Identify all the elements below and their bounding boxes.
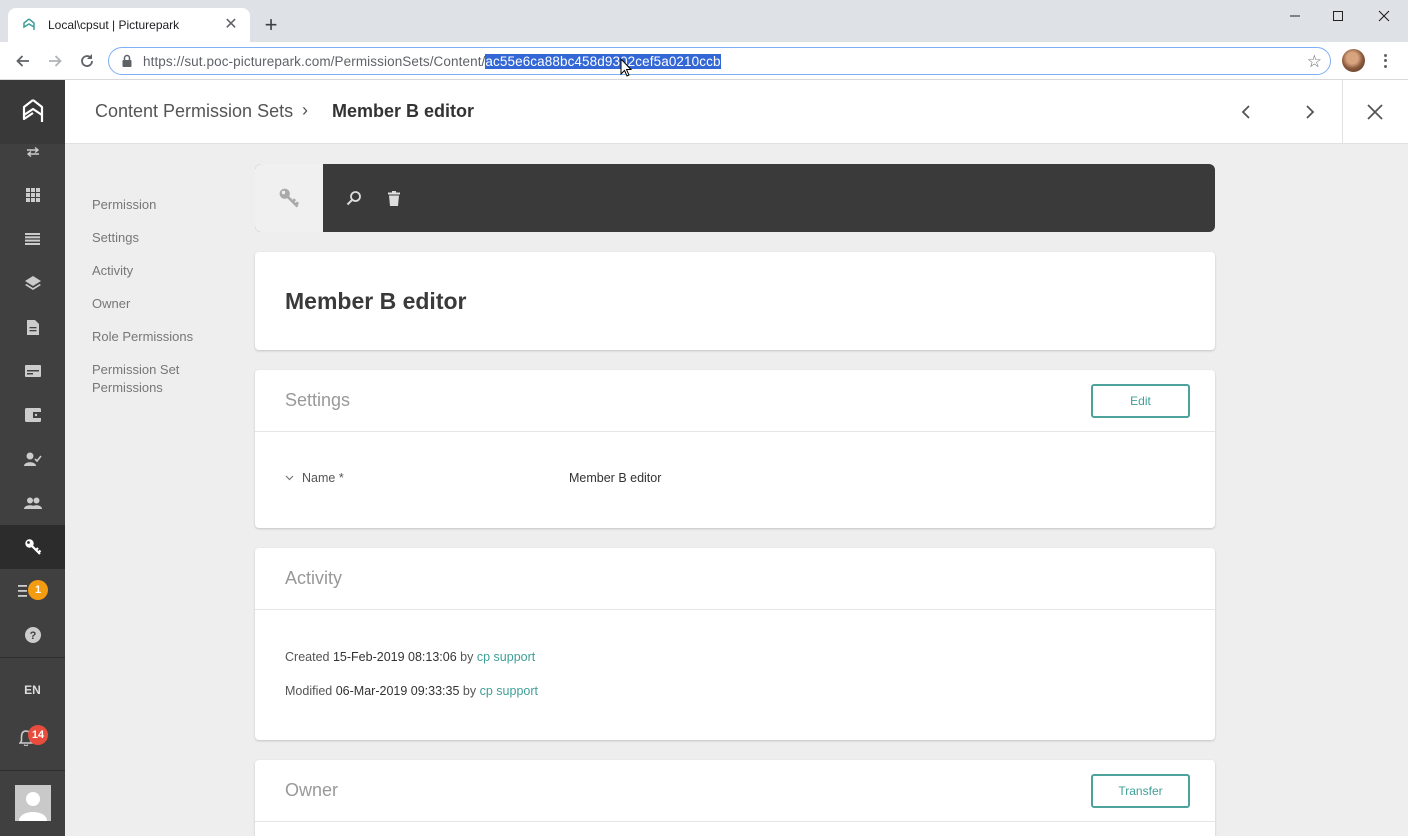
section-nav-role-permissions[interactable]: Role Permissions bbox=[92, 328, 193, 346]
tab-title: Local\cpsut | Picturepark bbox=[48, 18, 180, 32]
browser-menu-icon[interactable] bbox=[1378, 50, 1392, 72]
lock-icon bbox=[121, 54, 135, 68]
card-divider bbox=[255, 431, 1215, 432]
next-item-icon[interactable] bbox=[1298, 100, 1322, 124]
name-field-value: Member B editor bbox=[569, 471, 662, 485]
modified-by-word: by bbox=[462, 684, 477, 698]
wallet-icon[interactable] bbox=[0, 393, 65, 437]
activity-heading: Activity bbox=[285, 568, 343, 588]
maximize-icon[interactable] bbox=[1315, 0, 1361, 32]
forward-arrow-icon[interactable] bbox=[43, 49, 67, 73]
browser-tab[interactable]: Local\cpsut | Picturepark ✕ bbox=[8, 8, 250, 42]
permission-set-key-icon bbox=[255, 164, 323, 232]
list-icon[interactable] bbox=[0, 217, 65, 261]
app-sidebar: 1 ? EN 14 bbox=[0, 80, 65, 836]
name-field-label[interactable]: Name * bbox=[285, 471, 344, 485]
key-icon[interactable] bbox=[0, 525, 65, 569]
alerts-badge: 14 bbox=[28, 725, 48, 745]
grid-icon[interactable] bbox=[0, 173, 65, 217]
delete-trash-icon[interactable] bbox=[382, 186, 406, 210]
modified-by-link[interactable]: cp support bbox=[480, 684, 538, 698]
title-card: Member B editor bbox=[255, 252, 1215, 350]
previous-item-icon[interactable] bbox=[1234, 100, 1258, 124]
user-avatar[interactable] bbox=[15, 785, 51, 821]
edit-button[interactable]: Edit bbox=[1091, 384, 1190, 418]
card-icon[interactable] bbox=[0, 349, 65, 393]
section-nav-activity[interactable]: Activity bbox=[92, 262, 133, 280]
swap-arrows-icon[interactable] bbox=[0, 144, 65, 160]
transfer-button[interactable]: Transfer bbox=[1091, 774, 1190, 808]
modified-line: Modified 06-Mar-2019 09:33:35 by cp supp… bbox=[285, 684, 538, 698]
page-title: Member B editor bbox=[285, 288, 467, 314]
breadcrumb-current: Member B editor bbox=[332, 101, 475, 121]
modified-prefix: Modified bbox=[285, 684, 333, 698]
card-divider bbox=[255, 821, 1215, 822]
browser-tabbar: Local\cpsut | Picturepark ✕ + bbox=[0, 0, 1408, 42]
address-bar[interactable]: https://sut.poc-picturepark.com/Permissi… bbox=[108, 47, 1331, 75]
owner-heading: Owner bbox=[285, 780, 339, 800]
browser-toolbar: https://sut.poc-picturepark.com/Permissi… bbox=[0, 42, 1408, 80]
document-icon[interactable] bbox=[0, 305, 65, 349]
item-toolbar bbox=[255, 164, 1215, 232]
sidebar-divider bbox=[0, 657, 65, 658]
created-prefix: Created bbox=[285, 650, 330, 664]
new-tab-icon[interactable]: + bbox=[260, 12, 282, 38]
owner-card: Owner Transfer bbox=[255, 760, 1215, 836]
language-selector[interactable]: EN bbox=[0, 683, 65, 697]
card-divider bbox=[255, 609, 1215, 610]
svg-text:?: ? bbox=[29, 630, 36, 642]
url-base: https://sut.poc-picturepark.com/Permissi… bbox=[143, 53, 486, 69]
chevron-down-icon bbox=[285, 473, 294, 484]
layers-icon[interactable] bbox=[0, 261, 65, 305]
back-arrow-icon[interactable] bbox=[11, 49, 35, 73]
created-by-word: by bbox=[460, 650, 474, 664]
settings-heading: Settings bbox=[285, 390, 351, 410]
section-nav-permission[interactable]: Permission bbox=[92, 196, 156, 214]
users-icon[interactable] bbox=[0, 481, 65, 525]
url-selected-text: ac55e6ca88bc458d9302cef5a0210ccb bbox=[485, 53, 721, 69]
section-nav-settings[interactable]: Settings bbox=[92, 229, 139, 247]
section-nav-owner[interactable]: Owner bbox=[92, 295, 130, 313]
picturepark-favicon-icon bbox=[22, 18, 36, 32]
picturepark-logo-icon[interactable] bbox=[0, 80, 65, 144]
name-label-text: Name * bbox=[302, 471, 344, 485]
created-date: 15-Feb-2019 08:13:06 bbox=[332, 650, 457, 664]
page-header: Content Permission Sets › Member B edito… bbox=[65, 80, 1408, 144]
sidebar-divider bbox=[0, 770, 65, 771]
section-nav-permission-set-permissions[interactable]: Permission Set Permissions bbox=[92, 361, 202, 397]
search-icon[interactable] bbox=[342, 186, 366, 210]
text-cursor-icon bbox=[620, 57, 634, 80]
modified-date: 06-Mar-2019 09:33:35 bbox=[335, 684, 460, 698]
created-line: Created 15-Feb-2019 08:13:06 by cp suppo… bbox=[285, 650, 535, 664]
help-icon[interactable]: ? bbox=[0, 613, 65, 657]
breadcrumb-separator: › bbox=[302, 100, 308, 120]
created-by-link[interactable]: cp support bbox=[477, 650, 535, 664]
activity-card: Activity Created 15-Feb-2019 08:13:06 by… bbox=[255, 548, 1215, 740]
minimize-icon[interactable] bbox=[1272, 0, 1318, 32]
breadcrumb-parent[interactable]: Content Permission Sets bbox=[95, 101, 293, 122]
header-divider bbox=[1342, 80, 1343, 144]
window-close-icon[interactable] bbox=[1361, 0, 1407, 32]
tasks-badge: 1 bbox=[28, 580, 48, 600]
reload-icon[interactable] bbox=[75, 49, 99, 73]
close-icon[interactable] bbox=[1363, 100, 1387, 124]
profile-avatar[interactable] bbox=[1342, 49, 1365, 72]
settings-card: Settings Edit Name * Member B editor bbox=[255, 370, 1215, 528]
tab-close-icon[interactable]: ✕ bbox=[222, 16, 240, 34]
user-check-icon[interactable] bbox=[0, 437, 65, 481]
bookmark-star-icon[interactable]: ☆ bbox=[1307, 52, 1322, 72]
